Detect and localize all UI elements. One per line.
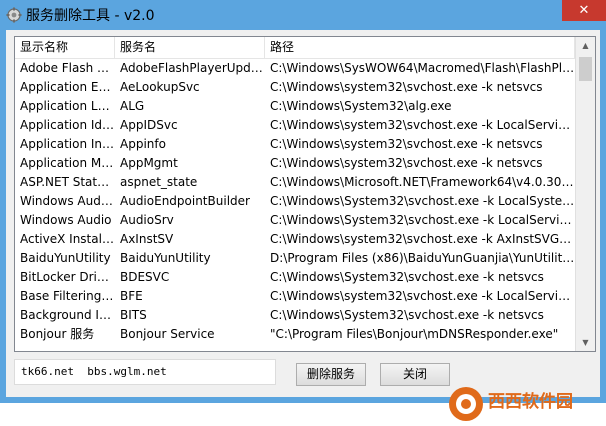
watermark-logo: 西西软件园 CR173.COM [449,387,573,424]
watermark-brand: 西西软件园 [488,391,573,412]
table-row[interactable]: BaiduYunUtility BaiduYunUtility D:\Program… [15,249,575,268]
table-row[interactable]: Application Ide... AppIDSvc C:\Windows\sys… [15,116,575,135]
cell-display-name: BitLocker Drive ... [20,270,115,284]
cell-path: C:\Windows\SysWOW64\Macromed\Flash\Flash… [270,61,575,75]
close-button[interactable]: 关闭 [380,363,450,386]
cell-display-name: Application Ide... [20,118,115,132]
table-row[interactable]: Bonjour 服务 Bonjour Service "C:\Program Fil… [15,325,575,344]
cell-service-name: AudioEndpointBuilder [120,194,250,208]
table-row[interactable]: ASP.NET State ... aspnet_state C:\Windows\… [15,173,575,192]
cell-path: C:\Windows\system32\svchost.exe -k netsv… [270,80,543,94]
cell-path: C:\Windows\System32\svchost.exe -k Local… [270,213,575,227]
cell-display-name: Bonjour 服务 [20,327,95,341]
table-row[interactable]: Base Filtering E... BFE C:\Windows\system3… [15,287,575,306]
cell-path: C:\Windows\system32\svchost.exe -k Local… [270,289,575,303]
client-area: 显示名称 服务名 路径 Adobe Flash Pl... AdobeFlashP… [6,30,600,424]
table-row[interactable]: Application Inf... Appinfo C:\Windows\syst… [15,135,575,154]
cell-path: C:\Windows\Microsoft.NET\Framework64\v4.… [270,175,575,189]
cell-service-name: aspnet_state [120,175,198,189]
cell-display-name: Background Int... [20,308,115,322]
delete-service-button[interactable]: 删除服务 [296,363,366,386]
cell-display-name: Application Exp... [20,80,115,94]
cell-path: C:\Windows\system32\svchost.exe -k netsv… [270,137,543,151]
app-window: 服务删除工具 - v2.0 ✕ 显示名称 服务名 路径 Adobe Flash … [0,0,606,424]
cell-service-name: BaiduYunUtility [120,251,211,265]
cell-path: D:\Program Files (x86)\BaiduYunGuanjia\Y… [270,251,575,265]
cell-path: C:\Windows\System32\svchost.exe -k Local… [270,194,575,208]
column-header-display-name[interactable]: 显示名称 [15,37,115,58]
table-row[interactable]: Application Exp... AeLookupSvc C:\Windows\… [15,78,575,97]
cell-path: C:\Windows\System32\alg.exe [270,99,452,113]
cell-path: C:\Windows\system32\svchost.exe -k AxIns… [270,232,575,246]
column-header-service-name[interactable]: 服务名 [115,37,265,58]
column-header-path[interactable]: 路径 [265,37,575,58]
table-row[interactable]: ActiveX Installe... AxInstSV C:\Windows\sy… [15,230,575,249]
vertical-scrollbar[interactable]: ▲ ▼ [575,37,595,351]
cell-path: C:\Windows\system32\svchost.exe -k netsv… [270,156,543,170]
cell-service-name: BITS [120,308,147,322]
cell-service-name: AdobeFlashPlayerUpdat... [120,61,265,75]
table-row[interactable]: Windows Audi... AudioEndpointBuilder C:\Wi… [15,192,575,211]
cell-path: "C:\Program Files\Bonjour\mDNSResponder.… [270,327,559,341]
cell-service-name: AudioSrv [120,213,174,227]
cell-path: C:\Windows\System32\svchost.exe -k netsv… [270,270,544,284]
table-row[interactable]: Windows Audio AudioSrv C:\Windows\System32… [15,211,575,230]
service-list[interactable]: 显示名称 服务名 路径 Adobe Flash Pl... AdobeFlashP… [14,36,596,352]
cell-path: C:\Windows\system32\svchost.exe -k Local… [270,118,575,132]
scroll-up-icon[interactable]: ▲ [576,37,595,54]
cell-display-name: ASP.NET State ... [20,175,115,189]
table-row[interactable]: Application Ma... AppMgmt C:\Windows\syste… [15,154,575,173]
cell-display-name: Windows Audi... [20,194,115,208]
cell-display-name: Adobe Flash Pl... [20,61,115,75]
cell-service-name: ALG [120,99,145,113]
cell-display-name: BaiduYunUtility [20,251,111,265]
gear-icon [6,7,22,23]
title-bar[interactable]: 服务删除工具 - v2.0 ✕ [0,0,606,30]
cell-display-name: Application Lay... [20,99,115,113]
window-title: 服务删除工具 - v2.0 [26,8,155,24]
table-row[interactable]: Adobe Flash Pl... AdobeFlashPlayerUpdat..… [15,59,575,78]
watermark-url: CR173.COM [504,414,558,424]
close-window-button[interactable]: ✕ [562,0,606,21]
cell-service-name: Bonjour Service [120,327,215,341]
table-row[interactable]: Background Int... BITS C:\Windows\System32… [15,306,575,325]
cell-path: C:\Windows\System32\svchost.exe -k netsv… [270,308,544,322]
cell-service-name: AeLookupSvc [120,80,200,94]
list-header: 显示名称 服务名 路径 [15,37,575,59]
table-row[interactable]: Application Lay... ALG C:\Windows\System32… [15,97,575,116]
cell-service-name: AxInstSV [120,232,174,246]
cell-service-name: BFE [120,289,143,303]
status-text: tk66.net bbs.wglm.net [14,359,276,385]
cell-display-name: Windows Audio [20,213,112,227]
scroll-down-icon[interactable]: ▼ [576,334,595,351]
cell-display-name: Base Filtering E... [20,289,115,303]
cell-display-name: Application Ma... [20,156,115,170]
cell-service-name: AppMgmt [120,156,178,170]
scroll-thumb[interactable] [579,57,592,81]
cell-display-name: ActiveX Installe... [20,232,115,246]
table-row[interactable]: BitLocker Drive ... BDESVC C:\Windows\Syst… [15,268,575,287]
cell-service-name: AppIDSvc [120,118,178,132]
cell-service-name: BDESVC [120,270,170,284]
cell-service-name: Appinfo [120,137,166,151]
cell-display-name: Application Inf... [20,137,115,151]
